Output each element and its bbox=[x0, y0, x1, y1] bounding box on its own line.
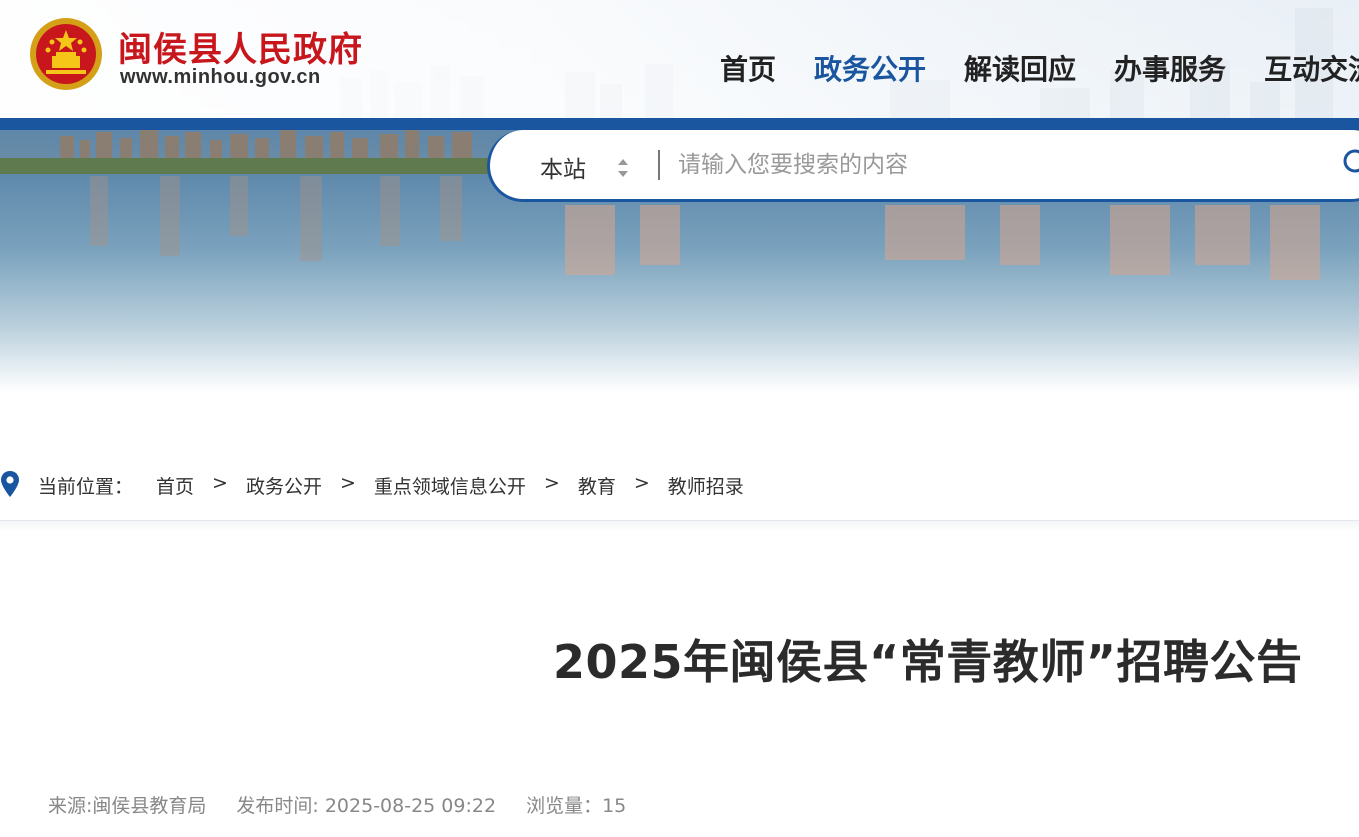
search-scope-select[interactable]: 本站 bbox=[540, 150, 586, 184]
article-view-count: 浏览量：15 bbox=[526, 795, 627, 817]
breadcrumb-government-affairs[interactable]: 政务公开 bbox=[246, 472, 322, 499]
header-banner: 闽侯县人民政府 www.minhou.gov.cn 首页 政务公开 解读回应 办… bbox=[0, 0, 1359, 392]
article-source: 来源:闽侯县教育局 bbox=[48, 795, 207, 817]
nav-item-government-affairs[interactable]: 政务公开 bbox=[814, 48, 926, 88]
breadcrumb-divider-shadow bbox=[0, 521, 1359, 531]
breadcrumb-label: 当前位置： bbox=[38, 476, 134, 498]
breadcrumb-key-areas[interactable]: 重点领域信息公开 bbox=[374, 472, 526, 499]
sort-arrows-icon[interactable] bbox=[616, 156, 630, 180]
national-emblem-icon bbox=[30, 18, 102, 90]
breadcrumb-separator: > bbox=[212, 472, 228, 494]
main-nav: 首页 政务公开 解读回应 办事服务 互动交流 bbox=[720, 48, 1359, 88]
location-pin-icon bbox=[1, 471, 19, 497]
nav-item-interaction[interactable]: 互动交流 bbox=[1264, 48, 1359, 88]
article-title: 2025年闽侯县“常青教师”招聘公告 bbox=[553, 635, 1303, 689]
article-publish-time: 发布时间: 2025-08-25 09:22 bbox=[236, 795, 497, 817]
site-name[interactable]: 闽侯县人民政府 bbox=[118, 22, 363, 71]
breadcrumb-separator: > bbox=[339, 472, 356, 494]
breadcrumb-separator: > bbox=[543, 472, 560, 494]
breadcrumb-trail: 首页 > 政务公开 > 重点领域信息公开 > 教育 > 教师招录 bbox=[156, 472, 744, 499]
breadcrumb-home[interactable]: 首页 bbox=[156, 472, 194, 499]
search-icon[interactable] bbox=[1342, 148, 1359, 180]
breadcrumb-separator: > bbox=[633, 472, 650, 494]
article-meta: 来源:闽侯县教育局 发布时间: 2025-08-25 09:22 浏览量：15 bbox=[48, 791, 626, 818]
search-divider bbox=[658, 150, 660, 180]
search-bar: 本站 bbox=[487, 130, 1359, 202]
nav-item-home[interactable]: 首页 bbox=[720, 48, 776, 88]
breadcrumb: 当前位置： 首页 > 政务公开 > 重点领域信息公开 > 教育 > 教师招录 bbox=[0, 470, 1359, 500]
breadcrumb-education[interactable]: 教育 bbox=[578, 472, 616, 499]
header-accent-line bbox=[0, 118, 1359, 130]
breadcrumb-teacher-recruitment[interactable]: 教师招录 bbox=[668, 472, 744, 499]
nav-item-services[interactable]: 办事服务 bbox=[1114, 48, 1226, 88]
nav-item-interpretation[interactable]: 解读回应 bbox=[964, 48, 1076, 88]
site-url: www.minhou.gov.cn bbox=[120, 66, 321, 88]
search-input[interactable] bbox=[676, 144, 1280, 186]
